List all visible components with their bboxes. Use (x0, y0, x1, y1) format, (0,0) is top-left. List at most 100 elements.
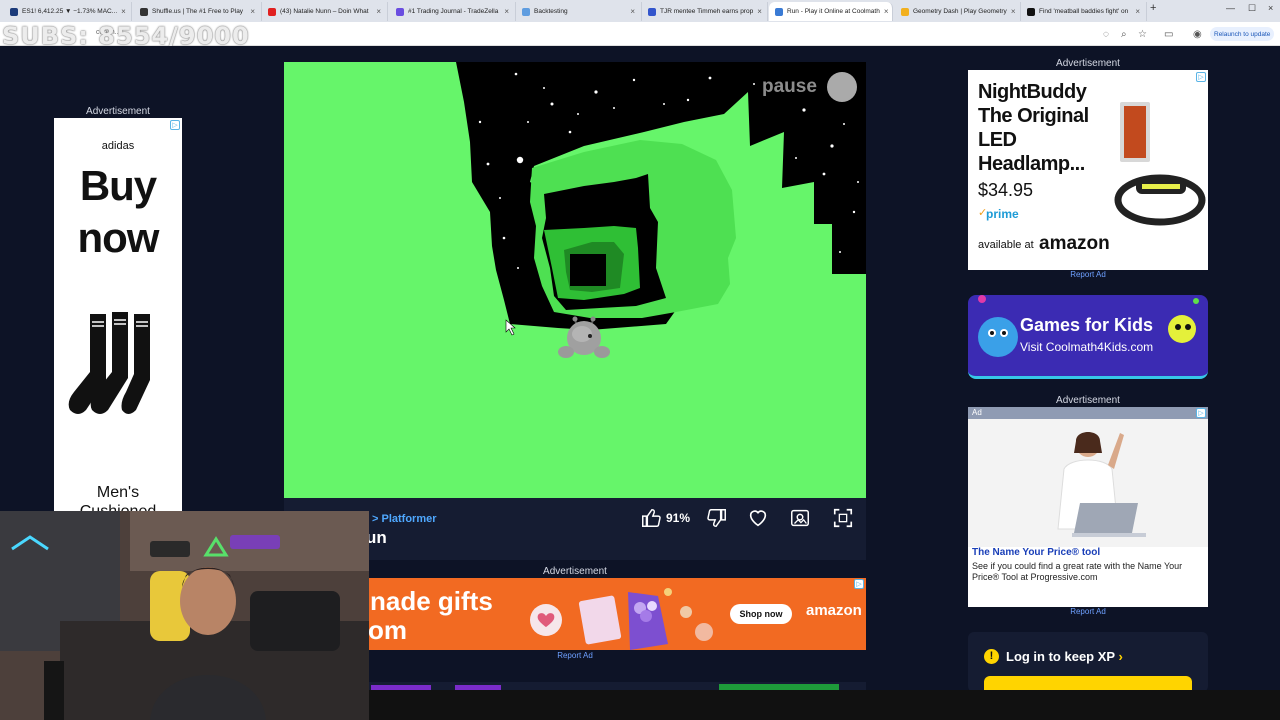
report-ad-link[interactable]: Report Ad (540, 651, 610, 660)
close-icon[interactable]: × (117, 7, 126, 16)
warning-icon: ! (984, 649, 999, 664)
close-icon[interactable]: × (626, 7, 635, 16)
gifts-image (530, 588, 713, 650)
browser-tab[interactable]: TJR mentee Timmeh earns prop × (642, 2, 768, 21)
adchoices-icon[interactable]: ▷ (170, 120, 180, 130)
tab-favicon-icon (901, 7, 909, 16)
eye-off-icon[interactable]: ◌ (1103, 29, 1109, 40)
browser-tab-active[interactable]: Run - Play it Online at Coolmath × (769, 2, 893, 21)
thumbs-down-icon[interactable] (706, 507, 728, 529)
ad-available: available at (978, 239, 1034, 251)
breadcrumb-category[interactable]: > Platformer (372, 513, 437, 525)
prime-badge: prime (986, 207, 1019, 221)
amazon-gifts-ad[interactable]: nade gifts om Shop now amazon ▷ (368, 578, 866, 650)
browser-tab[interactable]: (43) Natalie Nunn – Doin What × (262, 2, 388, 21)
browser-tab[interactable]: #1 Trading Journal - TradeZella × (390, 2, 516, 21)
minimize-icon[interactable]: — (1226, 3, 1235, 13)
kids-ad-title: Games for Kids (1020, 315, 1154, 335)
thumbs-up-icon[interactable] (640, 507, 662, 529)
browser-tab[interactable]: ES1! 6,412.25 ▼ −1.73% MAC... × (4, 2, 132, 21)
next-section-strip (369, 682, 866, 690)
tab-title: TJR mentee Timmeh earns prop (660, 8, 754, 15)
ad-product-line: Men's (96, 484, 140, 501)
coolmath4kids-ad[interactable]: Games for Kids Visit Coolmath4Kids.com (968, 295, 1208, 379)
close-icon[interactable]: × (500, 7, 509, 16)
ad-headline: om (368, 615, 407, 645)
ad-label: Advertisement (1056, 395, 1120, 406)
profile-icon[interactable]: ◉ (1193, 29, 1202, 40)
ad-tag: Ad (968, 407, 1208, 419)
ad-cta: Buy now (54, 160, 182, 264)
browser-tab[interactable]: Shuffle.us | The #1 Free to Play × (134, 2, 262, 21)
tab-title: Backtesting (534, 8, 568, 15)
tab-favicon-icon (140, 7, 148, 16)
tab-favicon-icon (775, 7, 783, 16)
close-icon[interactable]: × (372, 7, 381, 16)
screenshot-icon[interactable] (789, 507, 811, 529)
tab-favicon-icon (268, 7, 276, 16)
tab-title: Geometry Dash | Play Geometry (913, 8, 1007, 15)
game-scene (456, 62, 866, 358)
browser-tab[interactable]: Geometry Dash | Play Geometry × (895, 2, 1021, 21)
game-title: un (366, 528, 387, 547)
report-ad-link[interactable]: Report Ad (1053, 607, 1123, 616)
ad-body: See if you could find a great rate with … (972, 561, 1183, 582)
login-text: Log in to keep XP (1006, 649, 1115, 664)
star-icon[interactable]: ☆ (1138, 29, 1147, 40)
browser-tab[interactable]: Backtesting × (516, 2, 642, 21)
shop-now-button[interactable]: Shop now (730, 604, 792, 624)
tab-title: (43) Natalie Nunn – Doin What (280, 8, 369, 15)
ad-brand: adidas (101, 140, 135, 152)
pause-label[interactable]: pause (762, 76, 817, 98)
ad-headline: nade gifts (370, 586, 493, 616)
kids-ad-art (978, 295, 1199, 357)
close-icon[interactable]: × (880, 7, 889, 16)
adchoices-icon[interactable]: ▷ (1196, 408, 1206, 418)
login-label[interactable]: Log in to keep XP › (1006, 649, 1123, 664)
rating-value: 91% (666, 511, 691, 525)
tab-title: ES1! 6,412.25 ▼ −1.73% MAC... (22, 8, 118, 15)
close-icon[interactable]: × (246, 7, 255, 16)
tab-favicon-icon (648, 7, 656, 16)
progressive-ad[interactable]: Ad ▷ The Name Your Price® tool See if yo… (968, 407, 1208, 607)
tab-favicon-icon (1027, 7, 1035, 16)
kids-ad-subtitle: Visit Coolmath4Kids.com (1020, 340, 1154, 354)
login-xp-card[interactable]: ! Log in to keep XP › (968, 632, 1208, 692)
browser-tab-strip: ES1! 6,412.25 ▼ −1.73% MAC... × Shuffle.… (0, 0, 1280, 22)
maximize-icon[interactable]: ☐ (1248, 3, 1256, 14)
amazon-logo: amazon (806, 602, 862, 619)
ad-headline: NightBuddy The Original LED Headlamp... (978, 81, 1089, 175)
new-tab-button[interactable]: + (1150, 2, 1156, 14)
chevron-right-icon: › (1118, 649, 1123, 664)
tab-title: #1 Trading Journal - TradeZella (408, 8, 499, 15)
ad-label: Advertisement (86, 106, 150, 117)
zoom-icon[interactable]: ⌕ (1121, 29, 1127, 40)
webcam-feed-image (0, 511, 369, 720)
adchoices-icon[interactable]: ▷ (854, 579, 864, 589)
game-canvas[interactable]: pause (284, 62, 866, 498)
amazon-logo: amazon (1039, 233, 1110, 254)
headlamp-ad[interactable]: ▷ NightBuddy The Original LED Headlamp..… (968, 70, 1208, 270)
adchoices-icon[interactable]: ▷ (1196, 72, 1206, 82)
woman-laptop-image (1057, 432, 1146, 537)
tab-title: Shuffle.us | The #1 Free to Play (152, 8, 244, 15)
adidas-ad[interactable]: ▷ adidas Buy now Men's Cushioned (54, 118, 182, 520)
heart-icon[interactable] (747, 507, 769, 529)
report-ad-link[interactable]: Report Ad (1053, 270, 1123, 279)
bottom-strip (369, 690, 1280, 720)
relaunch-button[interactable]: Relaunch to update (1210, 27, 1275, 41)
sidepanel-icon[interactable]: ▭ (1164, 29, 1173, 40)
ad-cta-line: now (77, 214, 160, 261)
close-icon[interactable]: × (1007, 7, 1016, 16)
pause-button[interactable] (827, 72, 857, 102)
close-icon[interactable]: × (753, 7, 762, 16)
browser-tab[interactable]: Find 'meatball baddies fight' on × (1021, 2, 1147, 21)
ad-label: Advertisement (543, 566, 607, 577)
ad-headline: The Name Your Price® tool (972, 547, 1101, 558)
close-window-icon[interactable]: × (1268, 3, 1273, 13)
close-icon[interactable]: × (1131, 7, 1140, 16)
fullscreen-icon[interactable] (832, 507, 854, 529)
tab-favicon-icon (522, 7, 530, 16)
tab-title: Find 'meatball baddies fight' on (1039, 8, 1129, 15)
headlamp-image (1114, 102, 1206, 226)
